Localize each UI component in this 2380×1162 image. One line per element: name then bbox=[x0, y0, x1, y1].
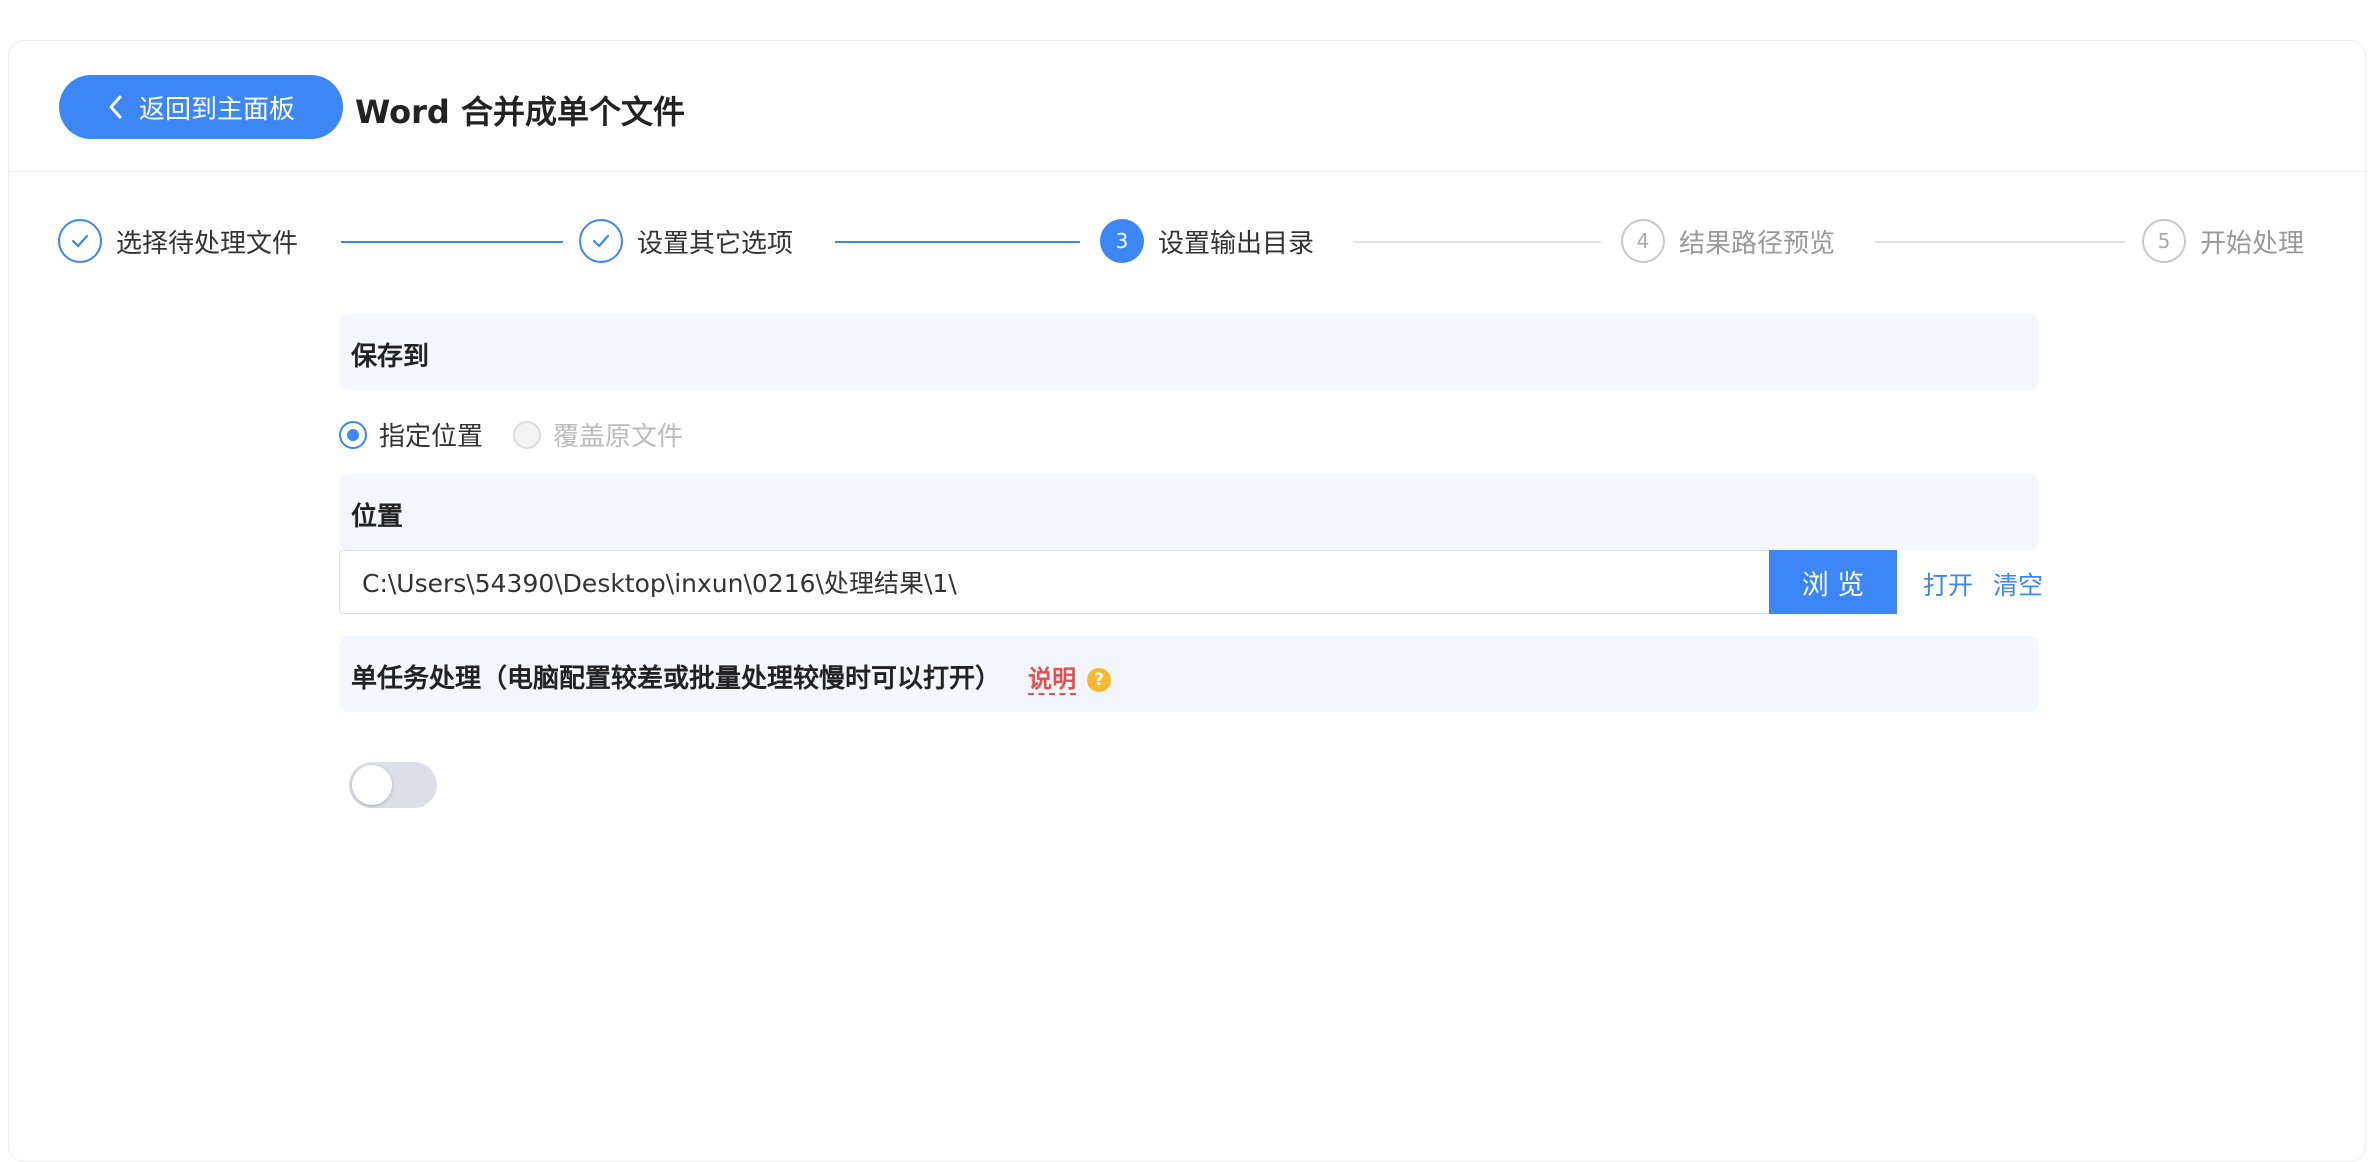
step-other-options[interactable]: 设置其它选项 bbox=[579, 219, 793, 263]
step-connector bbox=[1353, 241, 1601, 243]
step-label: 开始处理 bbox=[2200, 228, 2305, 259]
step-connector bbox=[1875, 241, 2125, 243]
back-button-label: 返回到主面板 bbox=[138, 94, 295, 125]
page-title: Word 合并成单个文件 bbox=[355, 93, 685, 131]
step-select-files[interactable]: 选择待处理文件 bbox=[58, 219, 298, 263]
output-path-input[interactable] bbox=[339, 550, 1769, 614]
step-label: 设置其它选项 bbox=[637, 228, 794, 259]
browse-button[interactable]: 浏 览 bbox=[1769, 550, 1897, 614]
single-task-text: 单任务处理（电脑配置较差或批量处理较慢时可以打开） bbox=[351, 664, 1002, 694]
step-label: 结果路径预览 bbox=[1679, 228, 1836, 259]
radio-checked-icon bbox=[339, 420, 367, 449]
step-label: 选择待处理文件 bbox=[116, 228, 299, 259]
step-connector bbox=[341, 241, 563, 243]
chevron-left-icon bbox=[109, 95, 122, 119]
step-number: 4 bbox=[1621, 219, 1665, 263]
radio-disabled-icon bbox=[513, 420, 542, 449]
help-icon[interactable]: ? bbox=[1087, 667, 1112, 692]
save-to-radio-group: 指定位置 覆盖原文件 bbox=[339, 416, 703, 453]
radio-overwrite-original[interactable]: 覆盖原文件 bbox=[513, 416, 683, 453]
main-card: 返回到主面板 Word 合并成单个文件 选择待处理文件 设置其它选项 3 设置输… bbox=[8, 40, 2366, 1162]
header: 返回到主面板 Word 合并成单个文件 bbox=[9, 41, 2365, 172]
single-task-label: 单任务处理（电脑配置较差或批量处理较慢时可以打开） 说明 ? bbox=[351, 658, 1112, 695]
single-task-toggle[interactable] bbox=[349, 762, 437, 808]
toggle-knob bbox=[352, 765, 392, 805]
open-folder-link[interactable]: 打开 bbox=[1923, 566, 1973, 602]
step-connector bbox=[835, 241, 1080, 243]
step-start-processing[interactable]: 5 开始处理 bbox=[2142, 219, 2304, 263]
location-label: 位置 bbox=[351, 502, 404, 532]
step-number: 5 bbox=[2142, 219, 2186, 263]
step-number: 3 bbox=[1100, 219, 1144, 263]
step-label: 设置输出目录 bbox=[1158, 228, 1315, 259]
step-indicator: 选择待处理文件 设置其它选项 3 设置输出目录 4 结果路径预览 5 开始处理 bbox=[9, 211, 2365, 271]
step-output-dir[interactable]: 3 设置输出目录 bbox=[1100, 219, 1314, 263]
check-icon bbox=[579, 219, 623, 263]
save-to-label: 保存到 bbox=[351, 342, 430, 372]
radio-specified-location[interactable]: 指定位置 bbox=[339, 416, 483, 453]
check-icon bbox=[58, 219, 102, 263]
location-row: 浏 览 打开 清空 bbox=[339, 550, 2051, 614]
step-preview-paths[interactable]: 4 结果路径预览 bbox=[1621, 219, 1835, 263]
clear-path-link[interactable]: 清空 bbox=[1993, 566, 2043, 602]
save-to-section: 保存到 bbox=[339, 314, 2039, 390]
radio-label: 指定位置 bbox=[379, 422, 484, 452]
location-section: 位置 bbox=[339, 474, 2039, 550]
single-task-section: 单任务处理（电脑配置较差或批量处理较慢时可以打开） 说明 ? bbox=[339, 636, 2039, 712]
explanation-link[interactable]: 说明 bbox=[1028, 665, 1077, 695]
back-to-dashboard-button[interactable]: 返回到主面板 bbox=[59, 75, 343, 139]
radio-label: 覆盖原文件 bbox=[553, 422, 684, 452]
